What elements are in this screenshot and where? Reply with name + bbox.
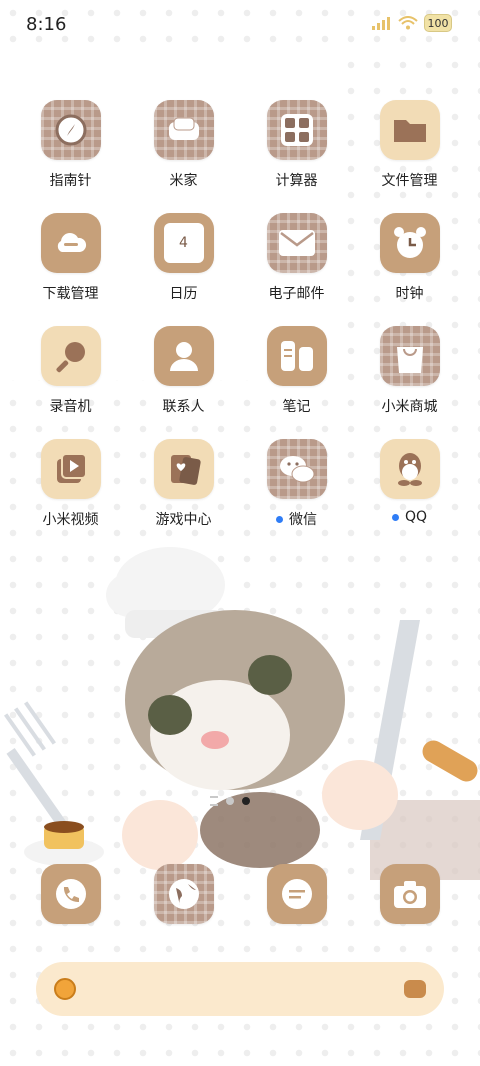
status-time: 8:16 xyxy=(26,14,67,35)
orange-assistant-icon[interactable] xyxy=(54,978,76,1000)
app-label: 小米商城 xyxy=(381,399,438,415)
bread-decoration xyxy=(422,740,478,782)
globe-icon[interactable] xyxy=(154,864,214,924)
app-mijia[interactable]: 米家 xyxy=(127,100,240,213)
app-calculator[interactable]: 计算器 xyxy=(240,100,353,213)
app-label: 游戏中心 xyxy=(155,512,212,528)
app-label: 文件管理 xyxy=(381,173,438,189)
right-paw xyxy=(322,760,398,830)
page-dot-1[interactable] xyxy=(226,797,234,805)
app-clock[interactable]: 时钟 xyxy=(353,213,466,326)
folder-icon xyxy=(379,100,440,160)
mail-icon xyxy=(266,213,327,273)
notes-icon xyxy=(266,326,327,386)
signal-icon xyxy=(372,17,390,30)
dock xyxy=(0,864,480,934)
app-mi-store[interactable]: 小米商城 xyxy=(353,326,466,439)
app-compass[interactable]: 指南针 xyxy=(14,100,127,213)
left-paw xyxy=(122,800,198,870)
app-contacts[interactable]: 联系人 xyxy=(127,326,240,439)
app-label: 日历 xyxy=(169,286,198,302)
qq-penguin-icon xyxy=(379,439,440,499)
app-email[interactable]: 电子邮件 xyxy=(240,213,353,326)
wifi-icon xyxy=(398,16,418,30)
app-mi-video[interactable]: 小米视频 xyxy=(14,439,127,552)
app-label: 微信 xyxy=(276,509,317,529)
cat-face xyxy=(125,610,345,790)
message-icon[interactable] xyxy=(267,864,327,924)
new-notification-dot xyxy=(391,513,399,521)
page-list-indicator[interactable] xyxy=(210,796,218,806)
calendar-icon: 4 xyxy=(153,213,214,273)
video-icon xyxy=(40,439,101,499)
calendar-day: 4 xyxy=(163,223,204,263)
app-label: 电子邮件 xyxy=(268,286,325,302)
bread-icon[interactable] xyxy=(404,980,426,998)
app-recorder[interactable]: 录音机 xyxy=(14,326,127,439)
shopping-bag-icon xyxy=(379,326,440,386)
game-cards-icon xyxy=(153,439,214,499)
app-file-manager[interactable]: 文件管理 xyxy=(353,100,466,213)
cat-chef-wallpaper xyxy=(4,547,480,880)
app-wechat[interactable]: 微信 xyxy=(240,439,353,552)
page-dot-2[interactable] xyxy=(242,797,250,805)
alarm-clock-icon xyxy=(379,213,440,273)
download-cloud-icon xyxy=(40,213,101,273)
battery-indicator: 100 xyxy=(424,14,452,32)
app-label: 时钟 xyxy=(395,286,424,302)
microphone-icon xyxy=(40,326,101,386)
app-label: 计算器 xyxy=(275,173,318,189)
page-indicator xyxy=(210,796,250,806)
app-label: 米家 xyxy=(169,173,198,189)
app-label: 联系人 xyxy=(162,399,205,415)
phone-icon[interactable] xyxy=(41,864,101,924)
app-label: 小米视频 xyxy=(42,512,99,528)
app-label: 指南针 xyxy=(49,173,92,189)
sofa-icon xyxy=(153,100,214,160)
app-downloads[interactable]: 下载管理 xyxy=(14,213,127,326)
compass-icon xyxy=(40,100,101,160)
pudding-decoration xyxy=(24,821,104,866)
wechat-icon xyxy=(266,439,327,499)
app-game-center[interactable]: 游戏中心 xyxy=(127,439,240,552)
status-bar: 8:16 100 xyxy=(0,0,480,50)
camera-icon[interactable] xyxy=(380,864,440,924)
new-notification-dot xyxy=(276,515,283,523)
app-notes[interactable]: 笔记 xyxy=(240,326,353,439)
app-label: QQ xyxy=(391,509,427,525)
app-calendar[interactable]: 4 日历 xyxy=(127,213,240,326)
app-label: 笔记 xyxy=(282,399,311,415)
app-label: 录音机 xyxy=(49,399,92,415)
status-icons: 100 xyxy=(372,14,452,32)
app-label: 下载管理 xyxy=(42,286,99,302)
calculator-icon xyxy=(266,100,327,160)
search-bar[interactable] xyxy=(36,962,444,1016)
contact-person-icon xyxy=(153,326,214,386)
app-qq[interactable]: QQ xyxy=(353,439,466,552)
